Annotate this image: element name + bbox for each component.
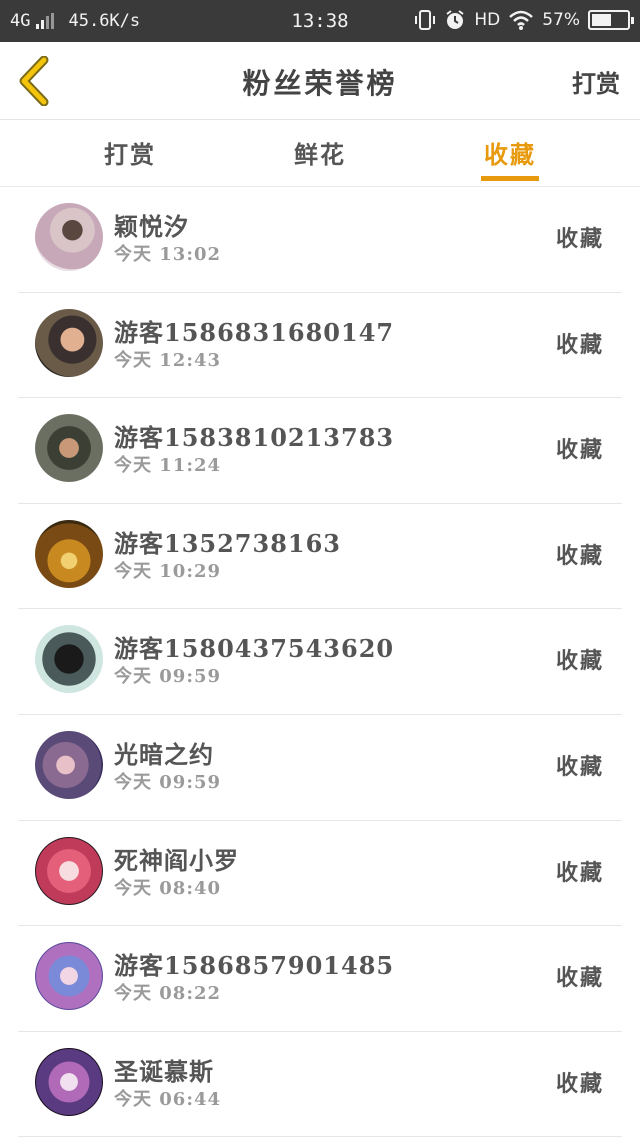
favorite-time: 今天 11:24 — [114, 455, 222, 477]
avatar — [35, 308, 103, 377]
favorite-time: 今天 09:59 — [114, 771, 222, 793]
user-name: 光暗之约 — [114, 739, 214, 769]
alarm-icon — [446, 10, 464, 29]
list-item[interactable]: 游客1583810213783 今天 11:24 收藏 — [18, 398, 622, 504]
favorite-time: 今天 08:40 — [114, 877, 222, 899]
user-name: 游客1586857901485 — [114, 951, 395, 981]
user-name: 游客1583810213783 — [114, 423, 395, 453]
tab-favorites[interactable]: 收藏 — [450, 135, 570, 170]
tip-button[interactable]: 打赏 — [572, 64, 620, 99]
avatar — [35, 519, 103, 588]
user-name: 死神阎小罗 — [114, 845, 239, 875]
favorite-time: 今天 09:59 — [114, 666, 222, 688]
avatar — [35, 1047, 103, 1116]
list-item[interactable]: 游客1580437543620 今天 09:59 收藏 — [18, 609, 622, 715]
hd-indicator: HD — [474, 10, 501, 30]
list-item[interactable]: 游客1586831680147 今天 12:43 收藏 — [18, 293, 622, 399]
active-tab-indicator — [481, 176, 539, 181]
tab-flowers[interactable]: 鲜花 — [260, 135, 380, 170]
fan-list: 颖悦汐 今天 13:02 收藏 游客1586831680147 今天 12:43… — [0, 187, 640, 1138]
list-item[interactable]: 游客1586857901485 今天 08:22 收藏 — [18, 926, 622, 1032]
user-name: 圣诞慕斯 — [114, 1056, 214, 1086]
favorite-label: 收藏 — [555, 1070, 604, 1097]
favorite-time: 今天 10:29 — [114, 560, 222, 582]
avatar — [35, 203, 103, 271]
user-name: 游客1586831680147 — [114, 317, 395, 347]
vibrate-icon — [415, 10, 436, 30]
list-item[interactable]: 圣诞慕斯 今天 06:44 收藏 — [18, 1032, 622, 1138]
favorite-time: 今天 12:43 — [114, 349, 222, 371]
avatar — [35, 414, 103, 483]
avatar — [35, 625, 103, 694]
favorite-label: 收藏 — [555, 753, 604, 780]
avatar — [35, 730, 103, 799]
battery-icon — [588, 10, 634, 30]
favorite-label: 收藏 — [555, 859, 604, 886]
list-item[interactable]: 颖悦汐 今天 13:02 收藏 — [18, 187, 622, 293]
avatar — [35, 836, 103, 905]
user-name: 游客1580437543620 — [114, 634, 395, 664]
header: 粉丝荣誉榜 打赏 — [0, 42, 640, 120]
wifi-icon — [509, 10, 534, 30]
list-item[interactable]: 光暗之约 今天 09:59 收藏 — [18, 715, 622, 821]
status-right: HD 57% — [414, 9, 634, 31]
user-name: 游客1352738163 — [114, 528, 341, 558]
favorite-label: 收藏 — [555, 331, 604, 358]
favorite-label: 收藏 — [555, 437, 604, 464]
list-item[interactable]: 死神阎小罗 今天 08:40 收藏 — [18, 821, 622, 927]
list-item[interactable]: 游客1352738163 今天 10:29 收藏 — [18, 504, 622, 610]
favorite-time: 今天 08:22 — [114, 983, 222, 1005]
battery-percent: 57% — [542, 10, 580, 30]
tab-tip[interactable]: 打赏 — [70, 135, 190, 170]
tab-bar: 打赏 鲜花 收藏 — [0, 121, 640, 187]
favorite-time: 今天 06:44 — [114, 1088, 222, 1110]
page-title: 粉丝荣誉榜 — [242, 67, 398, 100]
favorite-label: 收藏 — [555, 226, 604, 252]
avatar — [35, 942, 103, 1011]
favorite-time: 今天 13:02 — [114, 244, 222, 265]
favorite-label: 收藏 — [555, 965, 604, 992]
user-name: 颖悦汐 — [114, 212, 189, 241]
favorite-label: 收藏 — [555, 542, 604, 569]
status-bar: 4G 45.6K/s 13:38 HD 57% — [0, 0, 640, 42]
favorite-label: 收藏 — [555, 648, 604, 675]
